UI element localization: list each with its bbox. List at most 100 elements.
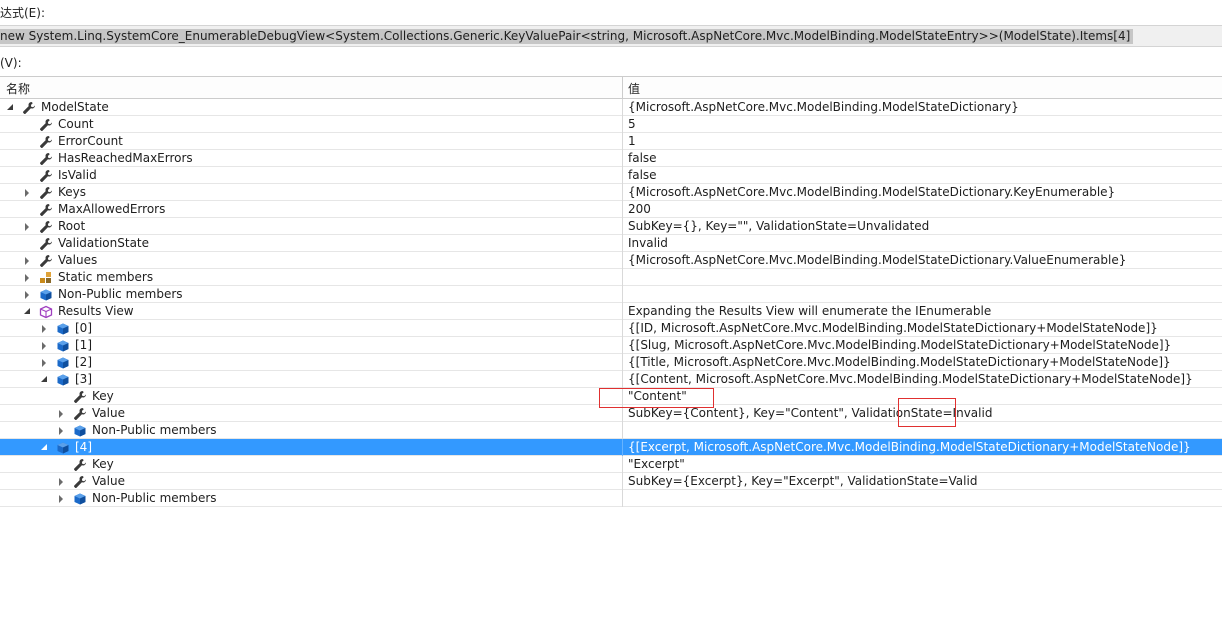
row-name-cell: Value — [57, 406, 125, 421]
row-name-cell: Non-Public members — [57, 491, 217, 506]
row-value[interactable]: false — [628, 151, 657, 166]
cube-icon — [56, 322, 70, 336]
row-value[interactable]: false — [628, 168, 657, 183]
grid-rows: ModelState {Microsoft.AspNetCore.Mvc.Mode… — [0, 99, 1222, 507]
table-row[interactable]: Root SubKey={}, Key="", ValidationState=U… — [0, 218, 1222, 235]
expand-arrow-icon[interactable] — [23, 273, 33, 283]
wrench-icon — [39, 152, 53, 166]
expand-arrow-icon[interactable] — [40, 358, 50, 368]
column-divider — [622, 422, 623, 439]
row-value[interactable]: {[Excerpt, Microsoft.AspNetCore.Mvc.Mode… — [628, 440, 1191, 455]
row-name: Key — [92, 389, 114, 403]
row-name-cell: [4] — [40, 440, 92, 455]
wrench-icon — [39, 203, 53, 217]
row-name-cell: Key — [57, 389, 114, 404]
expand-arrow-icon[interactable] — [57, 426, 67, 436]
table-row[interactable]: IsValid false — [0, 167, 1222, 184]
row-value[interactable]: {Microsoft.AspNetCore.Mvc.ModelBinding.M… — [628, 185, 1115, 200]
wrench-icon — [73, 458, 87, 472]
table-row[interactable]: [0] {[ID, Microsoft.AspNetCore.Mvc.ModelB… — [0, 320, 1222, 337]
expand-arrow-icon[interactable] — [57, 409, 67, 419]
expand-arrow-icon[interactable] — [23, 188, 33, 198]
row-name-cell: IsValid — [23, 168, 97, 183]
expand-arrow-icon[interactable] — [57, 477, 67, 487]
row-value[interactable]: Invalid — [628, 236, 668, 251]
column-divider — [622, 473, 623, 490]
row-value[interactable]: {Microsoft.AspNetCore.Mvc.ModelBinding.M… — [628, 100, 1019, 115]
column-divider — [622, 269, 623, 286]
table-row[interactable]: Count 5 — [0, 116, 1222, 133]
row-name-cell: Key — [57, 457, 114, 472]
row-name-cell: Values — [23, 253, 97, 268]
row-name: IsValid — [58, 168, 97, 182]
table-row[interactable]: Values {Microsoft.AspNetCore.Mvc.ModelBin… — [0, 252, 1222, 269]
row-name-cell: [2] — [40, 355, 92, 370]
column-divider — [622, 184, 623, 201]
row-value[interactable]: {[Title, Microsoft.AspNetCore.Mvc.ModelB… — [628, 355, 1171, 370]
table-row[interactable]: Non-Public members — [0, 422, 1222, 439]
table-row[interactable]: Non-Public members — [0, 490, 1222, 507]
cube-icon — [56, 373, 70, 387]
row-name: Non-Public members — [58, 287, 183, 301]
row-value[interactable]: SubKey={Excerpt}, Key="Excerpt", Validat… — [628, 474, 977, 489]
row-name-cell: Static members — [23, 270, 153, 285]
row-name: HasReachedMaxErrors — [58, 151, 193, 165]
column-resize-handle[interactable] — [622, 77, 623, 98]
row-value[interactable]: 200 — [628, 202, 651, 217]
row-name: Non-Public members — [92, 423, 217, 437]
table-row[interactable]: HasReachedMaxErrors false — [0, 150, 1222, 167]
column-divider — [622, 201, 623, 218]
wrench-icon — [39, 237, 53, 251]
row-name-cell: [1] — [40, 338, 92, 353]
row-value[interactable]: 5 — [628, 117, 636, 132]
row-value[interactable]: 1 — [628, 134, 636, 149]
expand-arrow-icon[interactable] — [40, 324, 50, 334]
table-row[interactable]: MaxAllowedErrors 200 — [0, 201, 1222, 218]
table-row[interactable]: Non-Public members — [0, 286, 1222, 303]
table-row[interactable]: ValidationState Invalid — [0, 235, 1222, 252]
row-name-cell: Non-Public members — [23, 287, 183, 302]
table-row[interactable]: ModelState {Microsoft.AspNetCore.Mvc.Mode… — [0, 99, 1222, 116]
row-value[interactable]: SubKey={}, Key="", ValidationState=Unval… — [628, 219, 929, 234]
row-value[interactable]: {[Slug, Microsoft.AspNetCore.Mvc.ModelBi… — [628, 338, 1171, 353]
column-header-value[interactable]: 值 — [628, 80, 640, 97]
expand-arrow-icon[interactable] — [57, 494, 67, 504]
row-value[interactable]: {[ID, Microsoft.AspNetCore.Mvc.ModelBind… — [628, 321, 1158, 336]
column-header-name[interactable]: 名称 — [6, 80, 30, 97]
table-row[interactable]: [4] {[Excerpt, Microsoft.AspNetCore.Mvc.M… — [0, 439, 1222, 456]
table-row[interactable]: [3] {[Content, Microsoft.AspNetCore.Mvc.M… — [0, 371, 1222, 388]
row-name-cell: ValidationState — [23, 236, 149, 251]
row-value[interactable]: {Microsoft.AspNetCore.Mvc.ModelBinding.M… — [628, 253, 1126, 268]
row-value[interactable]: "Excerpt" — [628, 457, 685, 472]
table-row[interactable]: Static members — [0, 269, 1222, 286]
row-name-cell: ErrorCount — [23, 134, 123, 149]
column-divider — [622, 218, 623, 235]
row-name-cell: Keys — [23, 185, 86, 200]
collapse-arrow-icon[interactable] — [40, 443, 50, 453]
cube-icon — [56, 441, 70, 455]
expand-arrow-icon[interactable] — [23, 256, 33, 266]
expand-arrow-icon[interactable] — [40, 341, 50, 351]
expression-text[interactable]: new System.Linq.SystemCore_EnumerableDeb… — [0, 29, 1134, 44]
expression-field[interactable]: new System.Linq.SystemCore_EnumerableDeb… — [0, 25, 1222, 47]
collapse-arrow-icon[interactable] — [23, 307, 33, 317]
expand-arrow-icon[interactable] — [23, 290, 33, 300]
table-row[interactable]: Results View Expanding the Results View w… — [0, 303, 1222, 320]
table-row[interactable]: [2] {[Title, Microsoft.AspNetCore.Mvc.Mod… — [0, 354, 1222, 371]
table-row[interactable]: Value SubKey={Excerpt}, Key="Excerpt", Va… — [0, 473, 1222, 490]
row-value[interactable]: Expanding the Results View will enumerat… — [628, 304, 991, 319]
table-row[interactable]: ErrorCount 1 — [0, 133, 1222, 150]
row-name: Root — [58, 219, 86, 233]
row-name: ValidationState — [58, 236, 150, 250]
table-row[interactable]: Key "Excerpt" — [0, 456, 1222, 473]
row-name: [2] — [75, 355, 92, 369]
row-value[interactable]: {[Content, Microsoft.AspNetCore.Mvc.Mode… — [628, 372, 1193, 387]
table-row[interactable]: [1] {[Slug, Microsoft.AspNetCore.Mvc.Mode… — [0, 337, 1222, 354]
row-name-cell: ModelState — [6, 100, 109, 115]
table-row[interactable]: Keys {Microsoft.AspNetCore.Mvc.ModelBindi… — [0, 184, 1222, 201]
expand-arrow-icon[interactable] — [23, 222, 33, 232]
collapse-arrow-icon[interactable] — [6, 103, 16, 113]
collapse-arrow-icon[interactable] — [40, 375, 50, 385]
